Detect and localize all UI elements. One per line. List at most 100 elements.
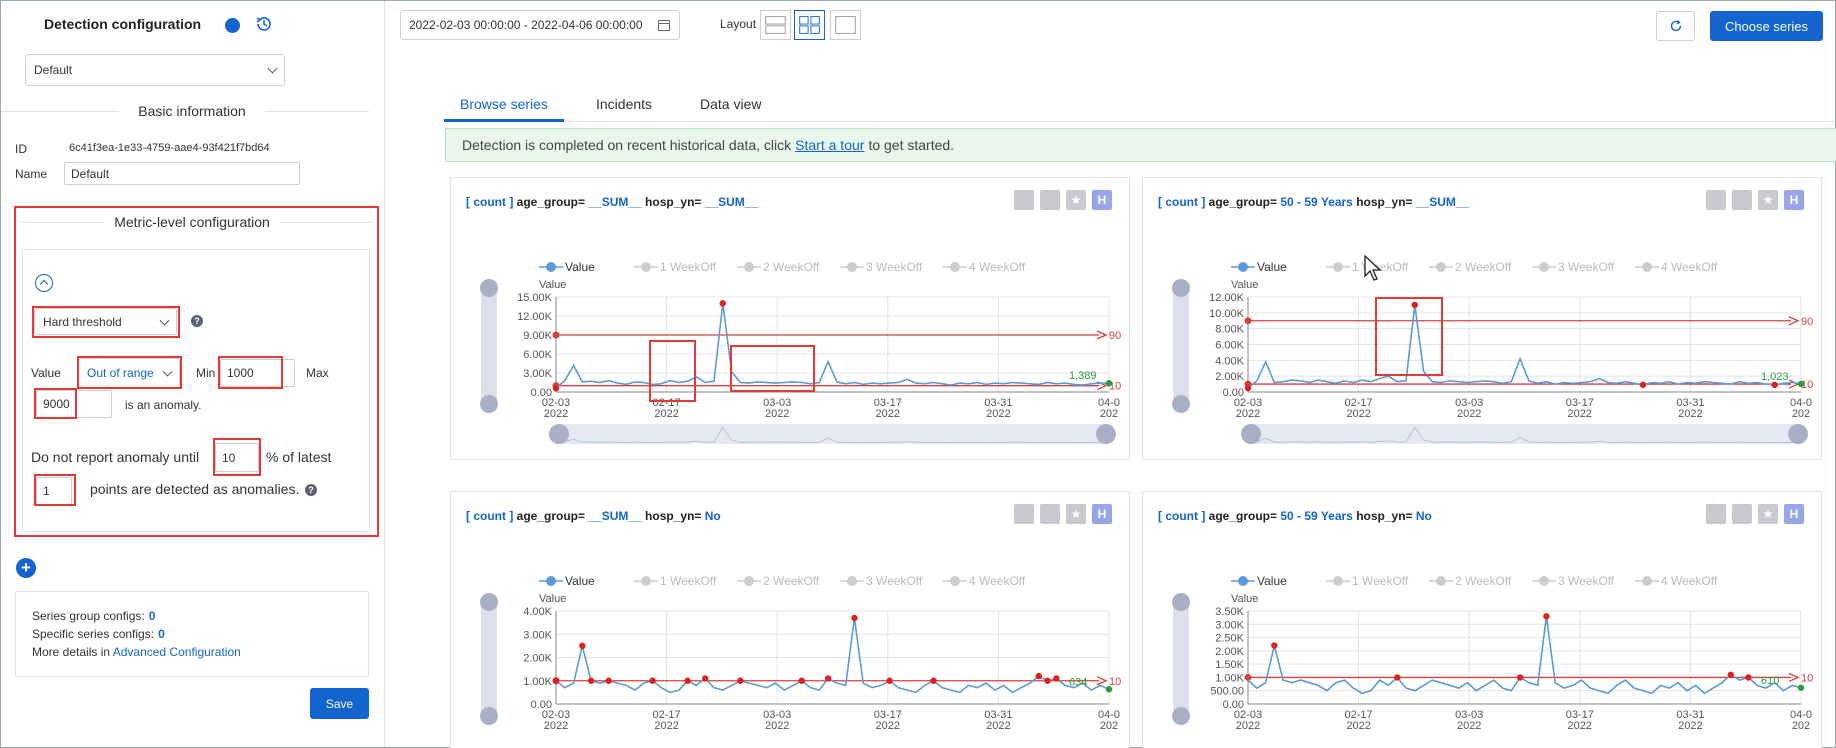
legend-item[interactable]: 3 WeekOff: [840, 260, 923, 274]
anomaly-point[interactable]: [1543, 613, 1550, 620]
legend-item[interactable]: 2 WeekOff: [737, 260, 820, 274]
help-icon[interactable]: ?: [305, 484, 317, 496]
anomaly-point[interactable]: [1745, 674, 1752, 681]
save-button[interactable]: Save: [310, 688, 369, 719]
range-navigator[interactable]: [556, 424, 1109, 444]
anomaly-point[interactable]: [1271, 642, 1278, 649]
anomaly-point[interactable]: [798, 677, 805, 684]
x-tick-label: 2022: [1678, 408, 1702, 420]
legend-item[interactable]: 2 WeekOff: [1429, 574, 1512, 588]
legend-item[interactable]: 2 WeekOff: [737, 574, 820, 588]
anomaly-point[interactable]: [737, 677, 744, 684]
legend-item[interactable]: 4 WeekOff: [943, 574, 1026, 588]
anomaly-point[interactable]: [684, 677, 691, 684]
anomaly-point[interactable]: [851, 614, 858, 622]
advanced-config-link[interactable]: Advanced Configuration: [113, 645, 241, 659]
anomaly-point[interactable]: [1727, 671, 1734, 678]
legend-item[interactable]: 2 WeekOff: [1429, 260, 1512, 274]
date-range-picker[interactable]: 2022-02-03 00:00:00 - 2022-04-06 00:00:0…: [400, 10, 680, 40]
anomaly-point[interactable]: [1394, 674, 1401, 681]
collapse-icon[interactable]: [35, 274, 53, 292]
history-icon[interactable]: [254, 14, 274, 34]
y-tick-label: 4.00K: [523, 606, 552, 618]
series-card[interactable]: [ count ] age_group= __SUM__ hosp_yn= __…: [450, 177, 1130, 460]
legend-item[interactable]: 4 WeekOff: [1635, 574, 1718, 588]
legend-item[interactable]: 3 WeekOff: [840, 574, 923, 588]
series-chart[interactable]: Value 1 WeekOff 2 WeekOff 3 WeekOff 4 WeekOf…: [451, 492, 1129, 748]
x-tick-label: 202: [1100, 720, 1118, 732]
name-field[interactable]: Default: [64, 162, 300, 185]
vertical-scroll-handle[interactable]: [1173, 595, 1189, 718]
series-card[interactable]: [ count ] age_group= 50 - 59 Years hosp_…: [1142, 177, 1822, 460]
legend-item[interactable]: 3 WeekOff: [1532, 260, 1615, 274]
anomaly-point[interactable]: [930, 677, 937, 684]
anomaly-point[interactable]: [552, 677, 560, 684]
legend-label: 4 WeekOff: [969, 574, 1026, 588]
series-chart[interactable]: Value 1 WeekOff 2 WeekOff 3 WeekOff 4 WeekOf…: [1143, 178, 1821, 459]
anomaly-point[interactable]: [649, 677, 656, 684]
vertical-scroll-handle[interactable]: [481, 281, 497, 406]
choose-series-button[interactable]: Choose series: [1710, 11, 1823, 41]
legend-label: 3 WeekOff: [866, 574, 923, 588]
legend-item[interactable]: 3 WeekOff: [1532, 574, 1615, 588]
legend-item[interactable]: Value: [1231, 260, 1287, 274]
legend-item[interactable]: Value: [1231, 574, 1287, 588]
value-series-line: [1247, 616, 1802, 695]
vertical-scroll-handle[interactable]: [481, 595, 497, 718]
layout-rows-button[interactable]: [760, 10, 791, 40]
anomaly-point[interactable]: [719, 300, 726, 307]
refresh-button[interactable]: [1656, 11, 1695, 41]
status-dot-icon[interactable]: [225, 18, 240, 33]
legend-item[interactable]: 1 WeekOff: [634, 260, 717, 274]
x-tick-label: 2022: [1568, 720, 1592, 732]
legend-item[interactable]: 1 WeekOff: [1326, 574, 1409, 588]
series-group-count[interactable]: 0: [149, 609, 156, 623]
tab-browse-series[interactable]: Browse series: [460, 96, 548, 112]
legend-item[interactable]: 4 WeekOff: [943, 260, 1026, 274]
anomaly-point[interactable]: [587, 677, 595, 684]
legend-label: 2 WeekOff: [1455, 574, 1512, 588]
anomaly-point[interactable]: [579, 642, 586, 650]
legend-item[interactable]: 1 WeekOff: [634, 574, 717, 588]
x-tick-label: 2022: [765, 408, 789, 420]
anomaly-point[interactable]: [824, 675, 832, 682]
series-card[interactable]: [ count ] age_group= 50 - 59 Years hosp_…: [1142, 491, 1822, 748]
report-percent-highlight: [213, 438, 261, 476]
legend-item[interactable]: Value: [539, 574, 595, 588]
anomaly-point[interactable]: [1035, 672, 1042, 680]
x-tick-label: 2022: [1236, 720, 1260, 732]
add-config-button[interactable]: +: [16, 558, 36, 578]
anomaly-point[interactable]: [702, 675, 709, 682]
legend-item[interactable]: Value: [539, 260, 595, 274]
series-chart[interactable]: Value 1 WeekOff 2 WeekOff 3 WeekOff 4 WeekOf…: [1143, 492, 1821, 748]
vertical-scroll-handle[interactable]: [1173, 281, 1189, 406]
legend-item[interactable]: 4 WeekOff: [1635, 260, 1718, 274]
layout-single-button[interactable]: [830, 10, 861, 40]
series-card[interactable]: [ count ] age_group= __SUM__ hosp_yn= No…: [450, 491, 1130, 748]
anomaly-point[interactable]: [552, 385, 560, 392]
layout-grid-button[interactable]: [794, 10, 825, 40]
anomaly-point[interactable]: [1639, 381, 1647, 389]
anomaly-point[interactable]: [1244, 384, 1252, 392]
y-tick-label: 8.00K: [1215, 324, 1244, 336]
anomaly-point[interactable]: [1053, 675, 1060, 682]
app-window: Detection configuration Default Basic in…: [0, 0, 1836, 748]
config-preset-select[interactable]: Default: [25, 54, 285, 86]
anomaly-point[interactable]: [1516, 674, 1524, 681]
start-tour-link[interactable]: Start a tour: [795, 137, 864, 153]
y-tick-label: 15.00K: [517, 292, 553, 304]
tab-bar-line: [444, 121, 1836, 122]
specific-series-count[interactable]: 0: [158, 627, 165, 641]
tab-incidents[interactable]: Incidents: [596, 96, 652, 112]
legend-label: 4 WeekOff: [969, 260, 1026, 274]
tab-data-view[interactable]: Data view: [700, 96, 761, 112]
y-tick-label: 2.50K: [1215, 633, 1244, 645]
anomaly-point[interactable]: [605, 677, 612, 684]
series-chart[interactable]: Value 1 WeekOff 2 WeekOff 3 WeekOff 4 WeekOf…: [451, 178, 1129, 459]
y-tick-label: 6.00K: [1215, 340, 1244, 352]
legend-label: Value: [1257, 260, 1287, 274]
help-icon[interactable]: ?: [191, 315, 203, 327]
range-navigator[interactable]: [1248, 424, 1801, 444]
anomaly-point[interactable]: [1044, 677, 1051, 684]
anomaly-point[interactable]: [886, 677, 893, 684]
